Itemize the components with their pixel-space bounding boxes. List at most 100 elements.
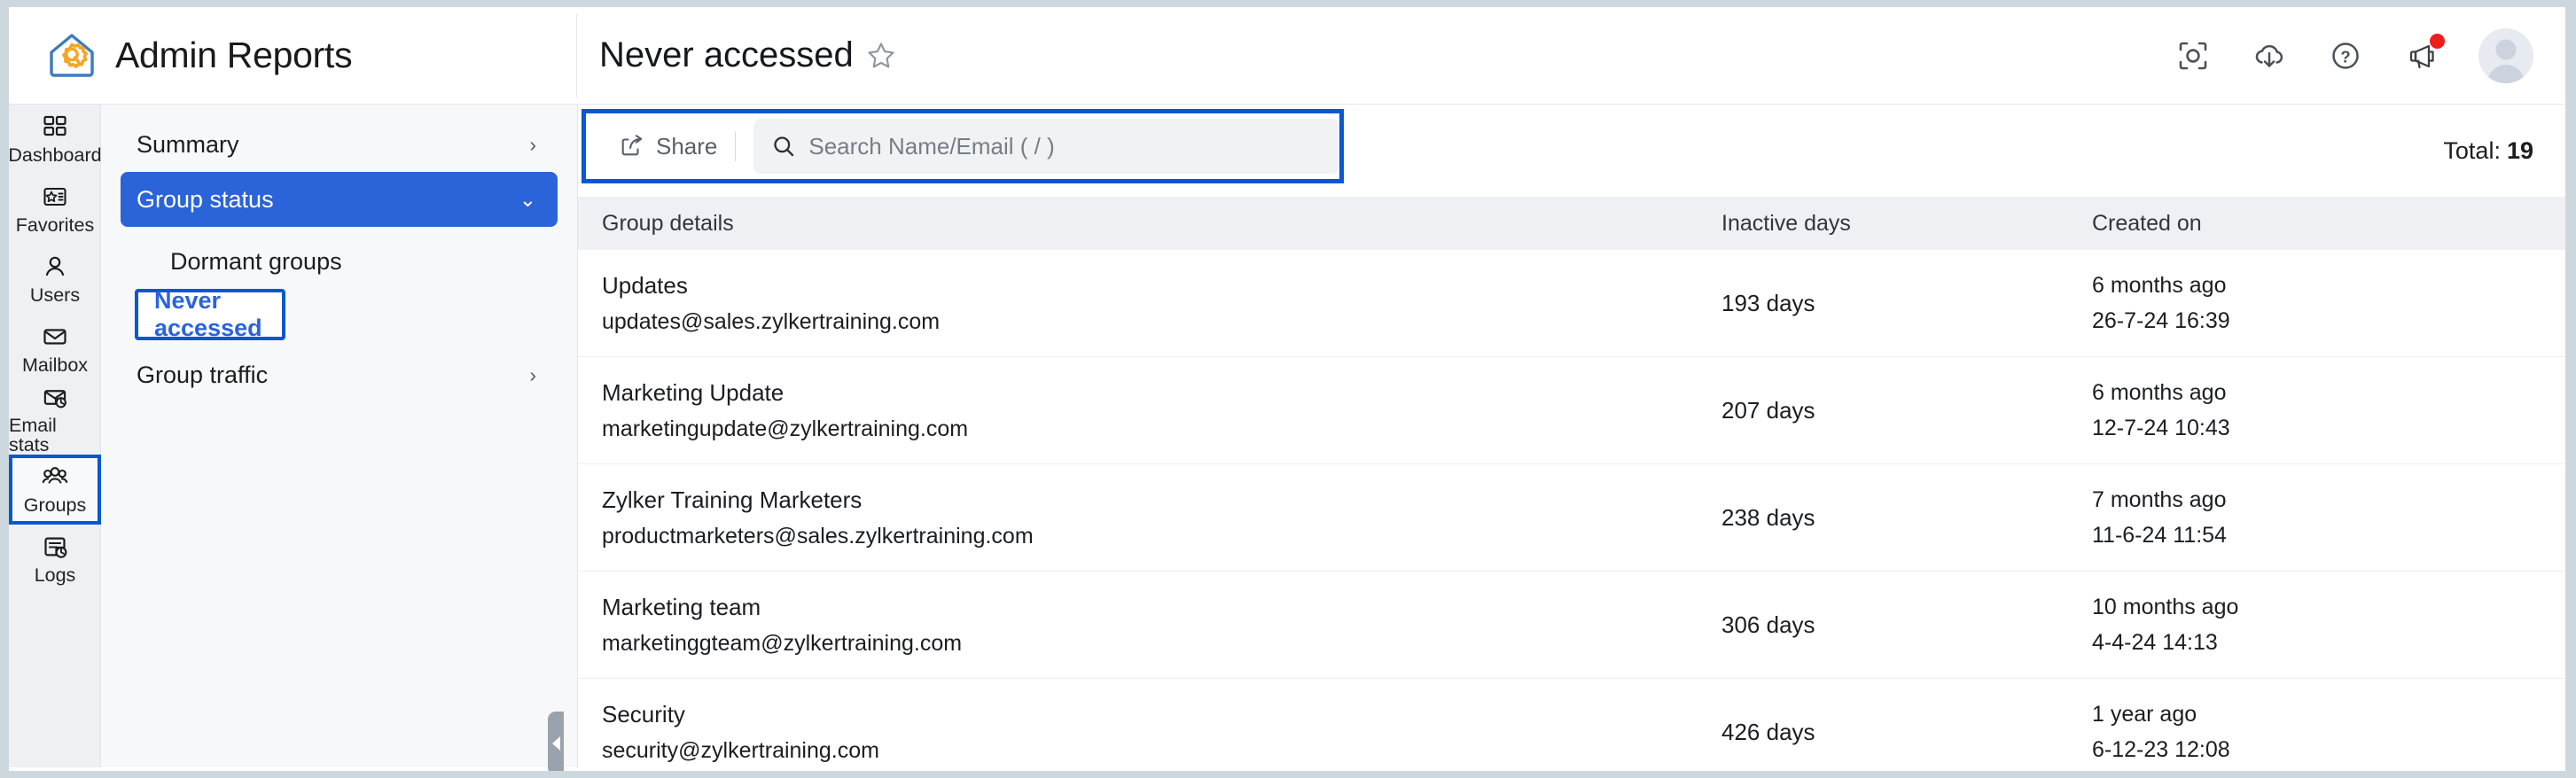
inactive-days-value: 426 days — [1721, 718, 1815, 745]
subnav-item-label: Group status — [137, 185, 274, 213]
group-name: Marketing team — [602, 593, 761, 620]
subnav-item-summary[interactable]: Summary › — [121, 117, 558, 172]
toolbar-divider — [735, 131, 737, 161]
column-header-created-on[interactable]: Created on — [2092, 211, 2535, 237]
created-absolute: 12-7-24 10:43 — [2092, 415, 2230, 440]
sidebar-item-label: Groups — [23, 494, 87, 517]
star-outline-icon[interactable] — [866, 41, 896, 71]
chevron-left-icon — [551, 736, 560, 751]
chevron-right-icon: › — [529, 362, 536, 386]
share-label: Share — [656, 132, 718, 159]
subnav-item-group-traffic[interactable]: Group traffic › — [121, 347, 558, 402]
sidebar-item-email-stats[interactable]: Email stats — [9, 385, 101, 455]
total-count: Total: 19 — [2443, 105, 2533, 197]
envelope-icon — [43, 329, 66, 345]
sidebar-item-mailbox[interactable]: Mailbox — [9, 315, 101, 385]
help-icon[interactable]: ? — [2326, 36, 2365, 75]
secondary-nav-panel: Summary › Group status ⌄ Dormant groups … — [101, 105, 578, 771]
sidebar-item-label: Dashboard — [9, 144, 102, 167]
people-group-icon — [42, 467, 68, 484]
cloud-download-icon[interactable] — [2250, 36, 2289, 75]
log-clock-icon — [44, 537, 67, 558]
toolbar-highlight-group: Share Search Name/Email ( / ) — [582, 109, 1344, 183]
total-label: Total: — [2443, 136, 2501, 164]
star-list-icon — [43, 188, 66, 206]
inactive-days-value: 306 days — [1721, 611, 1815, 638]
sidebar-item-label: Users — [29, 284, 81, 307]
created-relative: 1 year ago — [2092, 701, 2197, 727]
inactive-days-value: 207 days — [1721, 396, 1815, 424]
subnav-item-label: Dormant groups — [170, 247, 342, 275]
share-button[interactable]: Share — [607, 128, 730, 166]
chevron-right-icon: › — [529, 132, 536, 156]
cell-group-details: Updates updates@sales.zylkertraining.com — [578, 272, 1721, 335]
subnav-item-dormant-groups[interactable]: Dormant groups — [121, 234, 558, 289]
created-absolute: 26-7-24 16:39 — [2092, 307, 2230, 333]
content-toolbar: Share Search Name/Email ( / ) Total: 19 — [578, 105, 2565, 197]
created-relative: 10 months ago — [2092, 594, 2239, 619]
mail-chart-icon — [43, 390, 66, 408]
subnav-item-group-status[interactable]: Group status ⌄ — [121, 172, 558, 227]
house-gear-icon — [44, 28, 99, 83]
cell-created-on: 10 months ago 4-4-24 14:13 — [2092, 595, 2535, 656]
cell-inactive-days: 238 days — [1721, 504, 2092, 532]
group-name: Updates — [602, 271, 688, 299]
cell-group-details: Zylker Training Marketers productmarkete… — [578, 486, 1721, 549]
cell-created-on: 1 year ago 6-12-23 12:08 — [2092, 702, 2535, 763]
cell-created-on: 6 months ago 12-7-24 10:43 — [2092, 380, 2535, 441]
created-absolute: 6-12-23 12:08 — [2092, 736, 2230, 762]
screenshot-icon[interactable] — [2174, 36, 2213, 75]
svg-text:?: ? — [2340, 47, 2350, 66]
panel-collapse-handle[interactable] — [548, 712, 564, 771]
subnav-item-never-accessed[interactable]: Never accessed — [135, 287, 285, 341]
app-window: Admin Reports Never accessed ? Dashboard… — [9, 7, 2565, 771]
primary-nav-rail: Dashboard Favorites Users Mailbox Email … — [9, 105, 102, 771]
column-header-inactive-days[interactable]: Inactive days — [1721, 211, 2092, 237]
created-relative: 6 months ago — [2092, 272, 2227, 298]
group-email: security@zylkertraining.com — [602, 737, 879, 763]
cell-created-on: 7 months ago 11-6-24 11:54 — [2092, 487, 2535, 548]
table-body: Updates updates@sales.zylkertraining.com… — [578, 250, 2565, 771]
table-row[interactable]: Zylker Training Marketers productmarkete… — [578, 464, 2565, 572]
cell-inactive-days: 306 days — [1721, 611, 2092, 639]
notification-badge — [2430, 33, 2445, 49]
subnav-item-label: Never accessed — [154, 287, 262, 341]
cell-inactive-days: 207 days — [1721, 397, 2092, 424]
brand-title: Admin Reports — [115, 35, 353, 75]
cell-inactive-days: 426 days — [1721, 719, 2092, 746]
table-row[interactable]: Updates updates@sales.zylkertraining.com… — [578, 250, 2565, 357]
avatar[interactable] — [2478, 27, 2533, 83]
topbar-divider — [576, 14, 577, 97]
sidebar-item-dashboard[interactable]: Dashboard — [9, 105, 102, 175]
search-input[interactable]: Search Name/Email ( / ) — [753, 119, 1339, 174]
column-header-group-details[interactable]: Group details — [578, 211, 1721, 237]
content-area: Share Search Name/Email ( / ) Total: 19 … — [578, 105, 2565, 771]
subnav-item-label: Summary — [137, 130, 239, 158]
page-title: Never accessed — [599, 35, 854, 74]
sidebar-item-logs[interactable]: Logs — [9, 525, 101, 595]
group-name: Zylker Training Marketers — [602, 486, 863, 513]
created-relative: 6 months ago — [2092, 379, 2227, 405]
sidebar-item-users[interactable]: Users — [9, 245, 101, 315]
group-email: marketingupdate@zylkertraining.com — [602, 416, 969, 441]
sidebar-item-groups[interactable]: Groups — [9, 455, 101, 525]
subnav-item-label: Group traffic — [137, 361, 269, 388]
announcement-icon[interactable] — [2402, 33, 2445, 75]
sidebar-item-label: Favorites — [15, 214, 95, 237]
table-row[interactable]: Marketing Update marketingupdate@zylkert… — [578, 357, 2565, 464]
table-row[interactable]: Marketing team marketinggteam@zylkertrai… — [578, 572, 2565, 679]
sidebar-item-label: Mailbox — [21, 354, 89, 377]
brand[interactable]: Admin Reports — [27, 7, 576, 104]
group-email: updates@sales.zylkertraining.com — [602, 308, 941, 334]
cell-group-details: Marketing team marketinggteam@zylkertrai… — [578, 594, 1721, 657]
total-value: 19 — [2506, 136, 2533, 164]
created-absolute: 11-6-24 11:54 — [2092, 522, 2227, 548]
grid-icon — [43, 116, 66, 136]
table-row[interactable]: Security security@zylkertraining.com 426… — [578, 679, 2565, 771]
cell-inactive-days: 193 days — [1721, 290, 2092, 317]
created-absolute: 4-4-24 14:13 — [2092, 629, 2218, 655]
sidebar-item-favorites[interactable]: Favorites — [9, 175, 101, 245]
share-icon — [621, 135, 643, 156]
page-title-area: Never accessed — [599, 7, 896, 104]
group-name: Marketing Update — [602, 378, 785, 406]
